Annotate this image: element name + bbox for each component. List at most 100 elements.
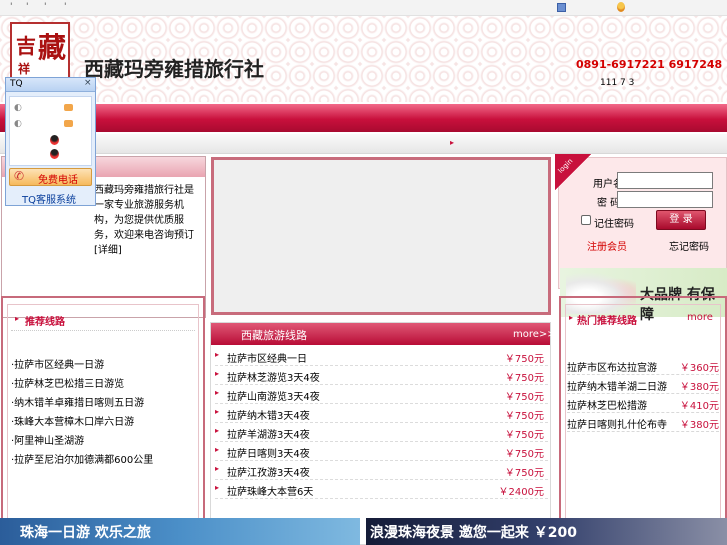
register-link[interactable]: 注册会员: [587, 238, 627, 253]
arrow-right-icon: ▸: [215, 369, 220, 378]
sub-nav-bar: [0, 134, 727, 154]
list-item[interactable]: 拉萨林芝巴松措游 ￥410元: [567, 394, 719, 413]
close-icon[interactable]: ×: [84, 78, 92, 88]
routes-title: 西藏旅游线路: [241, 329, 307, 342]
table-row[interactable]: ▸ 拉萨羊湖游3天4夜 ￥750元: [215, 423, 548, 442]
forgot-password-link[interactable]: 忘记密码: [669, 238, 709, 253]
table-row[interactable]: ▸ 拉萨市区经典一日 ￥750元: [215, 347, 548, 366]
top-utility-bar: ' ' ' ': [0, 0, 727, 16]
route-price: ￥750元: [504, 373, 544, 384]
phone-icon: ✆: [14, 169, 25, 183]
recommended-box: ▸ 推荐线路 ·拉萨市区经典一日游 ·拉萨林芝巴松措三日游览 ·纳木错羊卓雍措日…: [1, 296, 205, 545]
login-button[interactable]: 登 录: [656, 210, 706, 230]
list-item[interactable]: ·拉萨市区经典一日游: [11, 356, 104, 371]
speaker-icon[interactable]: ◐: [14, 103, 22, 113]
ad-right-text: 浪漫珠海夜景 邀您一起来 ￥200: [370, 525, 577, 541]
route-name[interactable]: 拉萨纳木错3天4夜: [227, 407, 310, 422]
routes-panel: 西藏旅游线路 more>> ▸ 拉萨市区经典一日 ￥750元 ▸ 拉萨林芝游览3天4夜…: [210, 322, 556, 545]
list-item[interactable]: ·纳木错羊卓雍措日喀则五日游: [11, 394, 144, 409]
arrow-right-icon: ▸: [450, 138, 455, 147]
speaker-icon[interactable]: ◐: [14, 119, 22, 129]
table-row[interactable]: ▸ 拉萨林芝游览3天4夜 ￥750元: [215, 366, 548, 385]
arrow-right-icon: ▸: [215, 426, 220, 435]
remember-checkbox[interactable]: [581, 215, 591, 225]
password-input[interactable]: [617, 191, 713, 208]
table-row[interactable]: ▸ 拉萨纳木错3天4夜 ￥750元: [215, 404, 548, 423]
top-link-4[interactable]: ': [64, 2, 66, 12]
username-input[interactable]: [617, 172, 713, 189]
table-row[interactable]: ▸ 拉萨日喀则3天4夜 ￥750元: [215, 442, 548, 461]
ad-left-text: 珠海一日游 欢乐之旅: [20, 525, 151, 541]
site-name: 西藏玛旁雍措旅行社: [84, 57, 264, 81]
route-price: ￥2400元: [498, 487, 544, 498]
routes-header: 西藏旅游线路 more>>: [211, 323, 556, 345]
tq-header: TQ ×: [6, 78, 95, 92]
route-price: ￥750元: [504, 354, 544, 365]
main-nav-bar[interactable]: [0, 104, 727, 132]
message-icon[interactable]: [64, 104, 73, 111]
free-call-button[interactable]: ✆ 免费电话: [9, 168, 92, 186]
remember-label: 记住密码: [594, 219, 634, 230]
divider: [11, 330, 195, 331]
hot-route-name[interactable]: 拉萨林芝巴松措游: [567, 397, 647, 412]
top-link-1[interactable]: ': [10, 2, 12, 12]
qq-penguin-icon[interactable]: [50, 149, 59, 159]
image-slider[interactable]: [211, 157, 551, 315]
home-icon[interactable]: [617, 2, 625, 12]
recommended-title: 推荐线路: [25, 317, 65, 328]
hot-more-link[interactable]: more: [687, 312, 713, 323]
qq-penguin-icon[interactable]: [50, 135, 59, 145]
hot-route-price: ￥410元: [679, 401, 719, 412]
arrow-right-icon: ▸: [215, 350, 220, 359]
hot-route-name[interactable]: 拉萨日喀则扎什伦布寺: [567, 416, 667, 431]
list-item[interactable]: ·阿里神山圣湖游: [11, 432, 84, 447]
ad-banner-right[interactable]: 浪漫珠海夜景 邀您一起来 ￥200: [366, 518, 727, 545]
route-name[interactable]: 拉萨林芝游览3天4夜: [227, 369, 320, 384]
top-link-3[interactable]: ': [44, 2, 46, 12]
ad-banner-left[interactable]: 珠海一日游 欢乐之旅: [0, 518, 360, 545]
tq-chat-widget[interactable]: TQ × ◐ ◐ ✆ 免费电话 TQ客服系统: [5, 77, 96, 206]
arrow-right-icon: ▸: [569, 313, 574, 322]
route-name[interactable]: 拉萨江孜游3天4夜: [227, 464, 310, 479]
list-item[interactable]: ·拉萨林芝巴松措三日游览: [11, 375, 124, 390]
route-price: ￥750元: [504, 449, 544, 460]
table-row[interactable]: ▸ 拉萨江孜游3天4夜 ￥750元: [215, 461, 548, 480]
arrow-right-icon: ▸: [215, 388, 220, 397]
route-name[interactable]: 拉萨市区经典一日: [227, 350, 307, 365]
table-row[interactable]: ▸ 拉萨珠峰大本营6天 ￥2400元: [215, 480, 548, 499]
tq-contacts: ◐ ◐: [9, 96, 92, 166]
route-name[interactable]: 拉萨山南游览3天4夜: [227, 388, 320, 403]
message-icon[interactable]: [64, 120, 73, 127]
about-text: 西藏玛旁雍措旅行社是一家专业旅游服务机构，为您提供优质服务，欢迎来电咨询预订[详…: [94, 185, 194, 256]
list-item[interactable]: 拉萨纳木错羊湖二日游 ￥380元: [567, 375, 719, 394]
contact-phone: 0891-6917221 6917248: [576, 58, 723, 71]
hot-route-price: ￥380元: [679, 382, 719, 393]
hot-title: 热门推荐线路: [577, 316, 637, 327]
hot-route-price: ￥360元: [679, 363, 719, 374]
list-item[interactable]: ·珠峰大本营樟木口岸六日游: [11, 413, 134, 428]
arrow-right-icon: ▸: [215, 407, 220, 416]
login-tag: login: [555, 154, 591, 190]
arrow-right-icon: ▸: [215, 445, 220, 454]
visitor-counter: 111 7 3: [600, 78, 635, 88]
route-name[interactable]: 拉萨日喀则3天4夜: [227, 445, 310, 460]
list-item[interactable]: ·拉萨至尼泊尔加德满都600公里: [11, 451, 153, 466]
top-link-2[interactable]: ': [26, 2, 28, 12]
tq-footer-label: TQ客服系统: [22, 195, 76, 206]
hot-route-name[interactable]: 拉萨纳木错羊湖二日游: [567, 378, 667, 393]
route-name[interactable]: 拉萨羊湖游3天4夜: [227, 426, 310, 441]
login-tag-label: login: [556, 157, 575, 175]
route-price: ￥750元: [504, 430, 544, 441]
arrow-right-icon: ▸: [215, 464, 220, 473]
list-item[interactable]: 拉萨日喀则扎什伦布寺 ￥380元: [567, 413, 719, 432]
list-item[interactable]: 拉萨市区布达拉宫游 ￥360元: [567, 356, 719, 375]
hot-route-price: ￥380元: [679, 420, 719, 431]
free-call-label: 免费电话: [38, 175, 78, 186]
arrow-right-icon: ▸: [15, 314, 20, 323]
routes-more-link[interactable]: more>>: [513, 329, 556, 340]
tq-title: TQ: [10, 79, 23, 89]
route-name[interactable]: 拉萨珠峰大本营6天: [227, 483, 313, 498]
table-row[interactable]: ▸ 拉萨山南游览3天4夜 ￥750元: [215, 385, 548, 404]
hot-route-name[interactable]: 拉萨市区布达拉宫游: [567, 359, 657, 374]
favorite-icon[interactable]: [557, 3, 566, 12]
